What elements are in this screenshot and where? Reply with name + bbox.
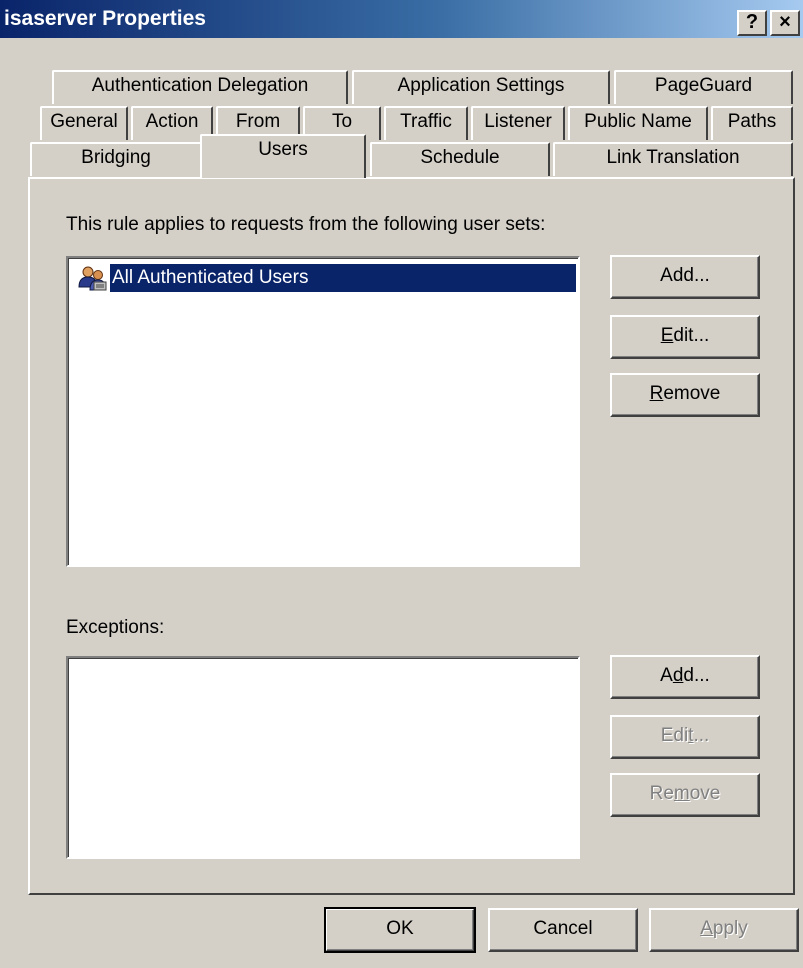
edit-exception-button[interactable]: Edit... (610, 715, 760, 759)
tab-label: Link Translation (606, 147, 740, 168)
user-group-icon (76, 265, 110, 291)
button-label: A (660, 665, 673, 686)
apply-button[interactable]: Apply (649, 908, 799, 952)
tab-label: Users (258, 139, 308, 160)
user-set-label: All Authenticated Users (109, 263, 577, 293)
tab-label: To (331, 111, 353, 132)
tab-bridging[interactable]: Bridging (30, 142, 202, 176)
tab-users[interactable]: Users (200, 134, 366, 178)
mnemonic: m (673, 783, 690, 804)
user-sets-list[interactable]: All Authenticated Users (66, 256, 580, 567)
remove-exception-button[interactable]: Remove (610, 773, 760, 817)
tab-authentication-delegation[interactable]: Authentication Delegation (52, 70, 348, 104)
button-label: Add... (660, 265, 710, 286)
add-exception-button[interactable]: Add... (610, 655, 760, 699)
mnemonic: A (700, 918, 713, 939)
user-sets-instruction: This rule applies to requests from the f… (66, 214, 546, 235)
tab-listener[interactable]: Listener (471, 106, 565, 140)
edit-user-set-button[interactable]: Edit... (610, 315, 760, 359)
tab-label: Application Settings (397, 75, 565, 96)
list-item[interactable]: All Authenticated Users (76, 263, 577, 293)
window-title: isaserver Properties (4, 7, 206, 30)
tab-public-name[interactable]: Public Name (568, 106, 708, 140)
tab-label: Listener (484, 111, 552, 132)
tab-label: From (235, 111, 281, 132)
tab-label: PageGuard (654, 75, 753, 96)
tab-label: Traffic (400, 111, 452, 132)
help-icon: ? (745, 11, 759, 33)
tab-application-settings[interactable]: Application Settings (352, 70, 610, 104)
button-label: dit... (673, 325, 710, 346)
tab-schedule[interactable]: Schedule (370, 142, 550, 176)
button-label: ... (693, 725, 710, 746)
button-label: ove (689, 783, 721, 804)
close-button[interactable]: × (770, 10, 800, 36)
button-label: Edi (660, 725, 689, 746)
add-user-set-button[interactable]: Add... (610, 255, 760, 299)
close-icon: × (779, 11, 791, 33)
button-label: Re (649, 783, 674, 804)
mnemonic: d (672, 665, 684, 686)
tab-label: Schedule (420, 147, 500, 168)
users-tab-panel: This rule applies to requests from the f… (28, 177, 795, 895)
cancel-button[interactable]: Cancel (488, 908, 638, 952)
button-label: OK (386, 918, 414, 939)
tab-label: Public Name (584, 111, 692, 132)
tab-link-translation[interactable]: Link Translation (553, 142, 793, 176)
button-label: d... (683, 665, 710, 686)
button-label: pply (712, 918, 748, 939)
tab-label: General (50, 111, 118, 132)
exceptions-label: Exceptions: (66, 617, 165, 638)
tab-label: Paths (727, 111, 777, 132)
tab-traffic[interactable]: Traffic (384, 106, 468, 140)
exceptions-list[interactable] (66, 656, 580, 859)
remove-user-set-button[interactable]: Remove (610, 373, 760, 417)
tab-label: Bridging (81, 147, 151, 168)
tab-general[interactable]: General (40, 106, 128, 140)
title-bar: isaserver Properties ? × (0, 0, 803, 38)
ok-button[interactable]: OK (324, 907, 476, 953)
tab-paths[interactable]: Paths (711, 106, 793, 140)
button-label: Cancel (533, 918, 593, 939)
button-label: emove (663, 383, 721, 404)
tab-label: Action (145, 111, 199, 132)
tab-label: Authentication Delegation (91, 75, 309, 96)
mnemonic: E (660, 325, 674, 346)
tab-pageguard[interactable]: PageGuard (614, 70, 793, 104)
help-button[interactable]: ? (737, 10, 767, 36)
mnemonic: R (649, 383, 664, 404)
